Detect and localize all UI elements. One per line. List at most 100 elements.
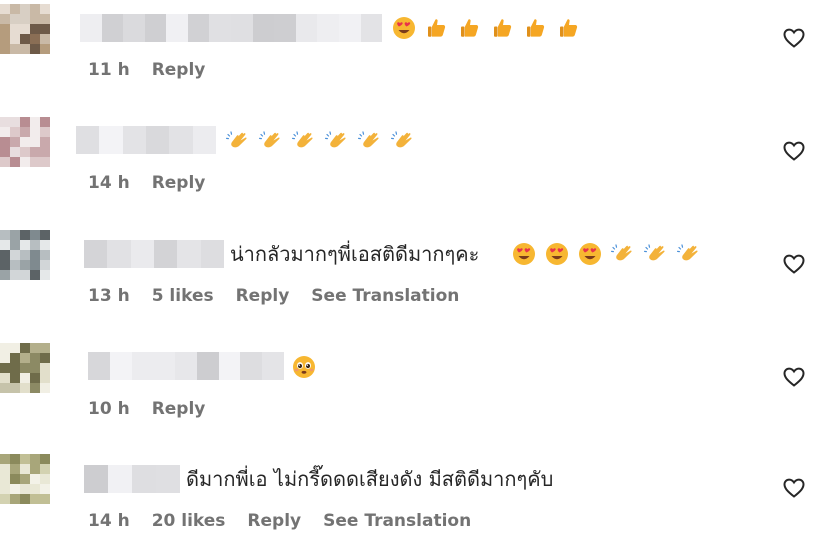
likes-count[interactable]: 5 likes (152, 285, 214, 307)
comment-item: ดีมากพี่เอ ไม่กรี๊ดดดเสียงดัง มีสติดีมาก… (0, 452, 820, 552)
avatar-pixel (0, 240, 10, 250)
avatar-pixel (20, 363, 30, 373)
avatar-pixel (0, 494, 10, 504)
avatar-pixel (40, 34, 50, 44)
reply-button[interactable]: Reply (236, 285, 290, 307)
clap-icon (391, 131, 412, 148)
username-blur-pixel (144, 14, 167, 42)
avatar[interactable] (0, 454, 50, 504)
avatar-pixel (20, 494, 30, 504)
avatar-pixel (10, 383, 20, 393)
avatar-pixel (10, 270, 20, 280)
username-blur-pixel (76, 126, 100, 154)
username-blur-pixel (101, 14, 124, 42)
avatar-pixel (30, 240, 40, 250)
comment-meta: 14 h Reply (88, 172, 205, 194)
avatar-pixel (10, 34, 20, 44)
see-translation-button[interactable]: See Translation (311, 285, 459, 307)
avatar-pixel (10, 494, 20, 504)
reply-button[interactable]: Reply (152, 59, 206, 81)
avatar-pixel (40, 363, 50, 373)
see-translation-button[interactable]: See Translation (323, 510, 471, 532)
avatar-pixel (0, 250, 10, 260)
avatar-pixel (40, 117, 50, 127)
avatar-pixel (10, 24, 20, 34)
avatar-pixel (0, 14, 10, 24)
avatar-pixel (20, 260, 30, 270)
username-blur-pixel (187, 14, 210, 42)
reply-button[interactable]: Reply (152, 398, 206, 420)
comment-meta: 10 h Reply (88, 398, 205, 420)
username-blur-pixel (218, 352, 241, 380)
avatar-pixel (10, 4, 20, 14)
avatar-pixel (20, 24, 30, 34)
username-blur-pixel (84, 465, 108, 493)
reply-button[interactable]: Reply (247, 510, 301, 532)
username-blur-pixel (123, 14, 145, 42)
avatar-pixel (30, 230, 40, 240)
like-heart-icon[interactable] (782, 365, 806, 389)
avatar-pixel (30, 14, 40, 24)
like-heart-icon[interactable] (782, 476, 806, 500)
avatar-pixel (10, 137, 20, 147)
reply-button[interactable]: Reply (152, 172, 206, 194)
avatar-pixel (30, 127, 40, 137)
username-blurred[interactable] (76, 126, 216, 154)
username-blurred[interactable] (80, 14, 382, 42)
avatar-pixel (0, 343, 10, 353)
avatar-pixel (10, 454, 20, 464)
avatar-pixel (30, 343, 40, 353)
clap-icon (358, 131, 379, 148)
like-heart-icon[interactable] (782, 252, 806, 276)
avatar-pixel (40, 147, 50, 157)
avatar-pixel (0, 353, 10, 363)
username-blurred[interactable] (88, 352, 284, 380)
avatar-pixel (10, 147, 20, 157)
comment-emojis (392, 14, 581, 42)
avatar[interactable] (0, 230, 50, 280)
username-blur-pixel (231, 14, 253, 42)
avatar-pixel (30, 44, 40, 54)
avatar-pixel (0, 44, 10, 54)
clap-icon (611, 244, 632, 261)
avatar-pixel (10, 353, 20, 363)
thumbs-up-icon (494, 19, 512, 37)
avatar-pixel (10, 373, 20, 383)
likes-count[interactable]: 20 likes (152, 510, 226, 532)
avatar-pixel (20, 383, 30, 393)
avatar-pixel (40, 373, 50, 383)
thumbs-up-icon (461, 19, 479, 37)
avatar-pixel (20, 240, 30, 250)
avatar-pixel (0, 270, 10, 280)
avatar-pixel (10, 44, 20, 54)
avatar-pixel (10, 474, 20, 484)
username-blur-pixel (132, 465, 156, 493)
like-heart-icon[interactable] (782, 26, 806, 50)
clap-icon (226, 131, 247, 148)
avatar-pixel (0, 127, 10, 137)
like-heart-icon[interactable] (782, 139, 806, 163)
avatar-pixel (30, 373, 40, 383)
comment-emojis (292, 353, 316, 381)
username-blur-pixel (252, 14, 275, 42)
username-blur-pixel (99, 126, 123, 154)
avatar-pixel (0, 464, 10, 474)
avatar-pixel (40, 230, 50, 240)
username-blur-pixel (338, 14, 361, 42)
username-blurred[interactable] (84, 465, 180, 493)
username-blurred[interactable] (84, 240, 224, 268)
avatar[interactable] (0, 117, 50, 167)
avatar-pixel (20, 4, 30, 14)
thumbs-up-icon (527, 19, 545, 37)
avatar-pixel (40, 157, 50, 167)
comment-time: 14 h (88, 511, 130, 531)
comment-time: 13 h (88, 286, 130, 306)
avatar[interactable] (0, 4, 50, 54)
avatar-pixel (10, 343, 20, 353)
avatar-pixel (20, 270, 30, 280)
avatar-pixel (10, 117, 20, 127)
comment-emojis (512, 240, 701, 268)
avatar-pixel (30, 464, 40, 474)
avatar[interactable] (0, 343, 50, 393)
avatar-pixel (40, 464, 50, 474)
